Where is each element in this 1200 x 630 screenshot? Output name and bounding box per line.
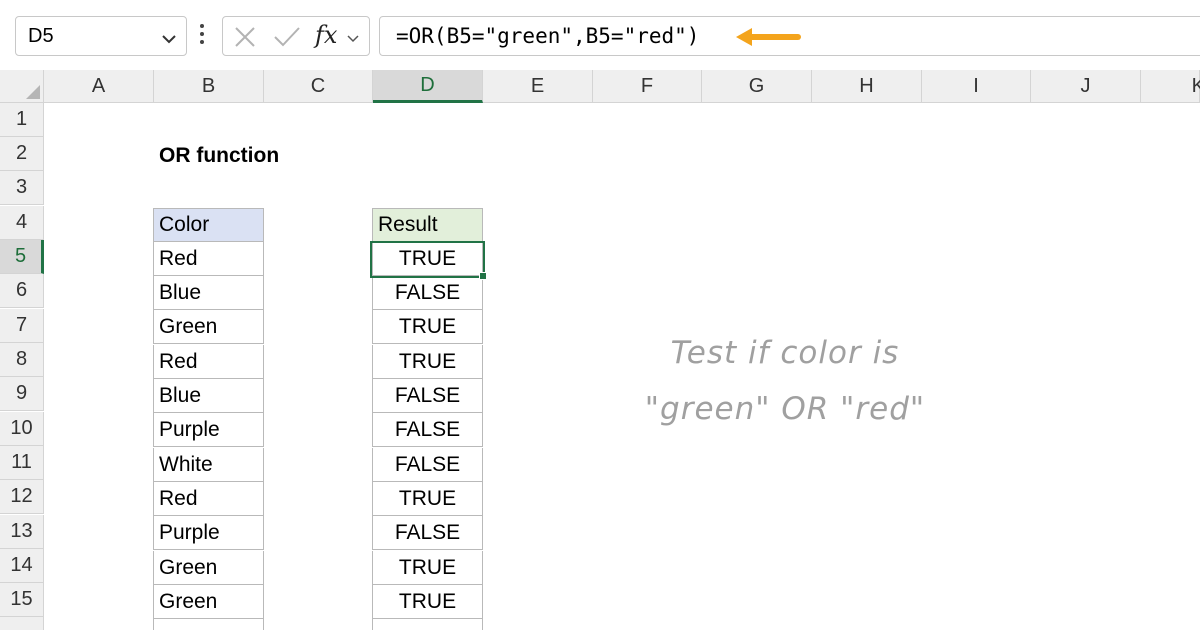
color-cell[interactable]: Green <box>153 310 264 344</box>
name-box-value: D5 <box>28 25 54 47</box>
name-box[interactable]: D5 <box>15 16 187 56</box>
result-cell[interactable]: FALSE <box>372 516 483 550</box>
column-header-b[interactable]: B <box>154 70 264 103</box>
color-cell[interactable]: Blue <box>153 276 264 310</box>
more-options-icon[interactable] <box>199 24 205 48</box>
column-header-h[interactable]: H <box>812 70 922 103</box>
result-cell[interactable]: TRUE <box>372 585 483 619</box>
column-header-j[interactable]: J <box>1031 70 1141 103</box>
row-header-13[interactable]: 13 <box>0 515 44 549</box>
cancel-icon[interactable] <box>233 25 257 54</box>
color-cell[interactable]: Red <box>153 482 264 516</box>
row-header-8[interactable]: 8 <box>0 343 44 377</box>
result-header-cell[interactable]: Result <box>372 208 483 242</box>
column-header-e[interactable]: E <box>483 70 593 103</box>
enter-check-icon[interactable] <box>273 25 301 54</box>
row-header-5[interactable]: 5 <box>0 240 44 274</box>
sheet-title[interactable]: OR function <box>154 139 374 173</box>
active-cell-outline <box>370 241 485 278</box>
chevron-down-icon[interactable] <box>162 31 176 49</box>
column-header-k-label: K <box>1191 74 1200 97</box>
select-all-corner[interactable] <box>0 70 44 103</box>
row-header-6[interactable]: 6 <box>0 274 44 308</box>
row-header-4[interactable]: 4 <box>0 206 44 240</box>
color-cell[interactable]: Purple <box>153 413 264 447</box>
column-header-a[interactable]: A <box>44 70 154 103</box>
row-header-1[interactable]: 1 <box>0 103 44 137</box>
result-cell[interactable]: FALSE <box>372 448 483 482</box>
annotation-line-1: Test if color is <box>670 335 900 371</box>
row-header-14[interactable]: 14 <box>0 549 44 583</box>
color-cell[interactable]: Green <box>153 585 264 619</box>
arrow-left-icon <box>732 25 802 54</box>
color-cell[interactable]: Green <box>153 551 264 585</box>
row-header-10[interactable]: 10 <box>0 412 44 446</box>
formula-controls: fx <box>222 16 370 56</box>
row-header-16[interactable] <box>0 617 44 630</box>
formula-text: =OR(B5="green",B5="red") <box>396 24 700 48</box>
row-header-3[interactable]: 3 <box>0 171 44 205</box>
column-header-g[interactable]: G <box>702 70 812 103</box>
result-cell[interactable]: FALSE <box>372 379 483 413</box>
row-header-12[interactable]: 12 <box>0 480 44 514</box>
color-cell[interactable]: Red <box>153 242 264 276</box>
row-header-11[interactable]: 11 <box>0 446 44 480</box>
select-all-icon <box>26 85 40 99</box>
column-header-c[interactable]: C <box>264 70 373 103</box>
column-header-k[interactable]: K <box>1141 70 1200 103</box>
row-header-2[interactable]: 2 <box>0 137 44 171</box>
result-cell[interactable]: FALSE <box>372 413 483 447</box>
result-cell[interactable]: TRUE <box>372 482 483 516</box>
result-cell[interactable]: TRUE <box>372 551 483 585</box>
color-cell[interactable]: Purple <box>153 516 264 550</box>
result-cell[interactable]: TRUE <box>372 310 483 344</box>
row-header-15[interactable]: 15 <box>0 583 44 617</box>
result-cell[interactable] <box>372 619 483 630</box>
row-header-7[interactable]: 7 <box>0 309 44 343</box>
result-cell[interactable]: FALSE <box>372 276 483 310</box>
column-header-d[interactable]: D <box>373 70 483 103</box>
formula-input[interactable]: =OR(B5="green",B5="red") <box>379 16 1200 56</box>
annotation-line-2: "green" OR "red" <box>644 391 926 427</box>
color-cell[interactable]: White <box>153 448 264 482</box>
color-header-cell[interactable]: Color <box>153 208 264 242</box>
color-cell[interactable]: Red <box>153 345 264 379</box>
insert-function-button[interactable]: fx <box>315 21 337 49</box>
chevron-down-icon[interactable] <box>347 31 359 49</box>
annotation-note: Test if color is "green" OR "red" <box>600 325 970 437</box>
color-cell[interactable]: Blue <box>153 379 264 413</box>
result-cell[interactable]: TRUE <box>372 345 483 379</box>
column-header-i[interactable]: I <box>922 70 1031 103</box>
fill-handle[interactable] <box>479 272 487 280</box>
column-header-f[interactable]: F <box>593 70 702 103</box>
formula-bar: D5 fx =OR(B5="green",B5="red") <box>0 0 1200 70</box>
color-cell[interactable] <box>153 619 264 630</box>
row-header-9[interactable]: 9 <box>0 377 44 411</box>
